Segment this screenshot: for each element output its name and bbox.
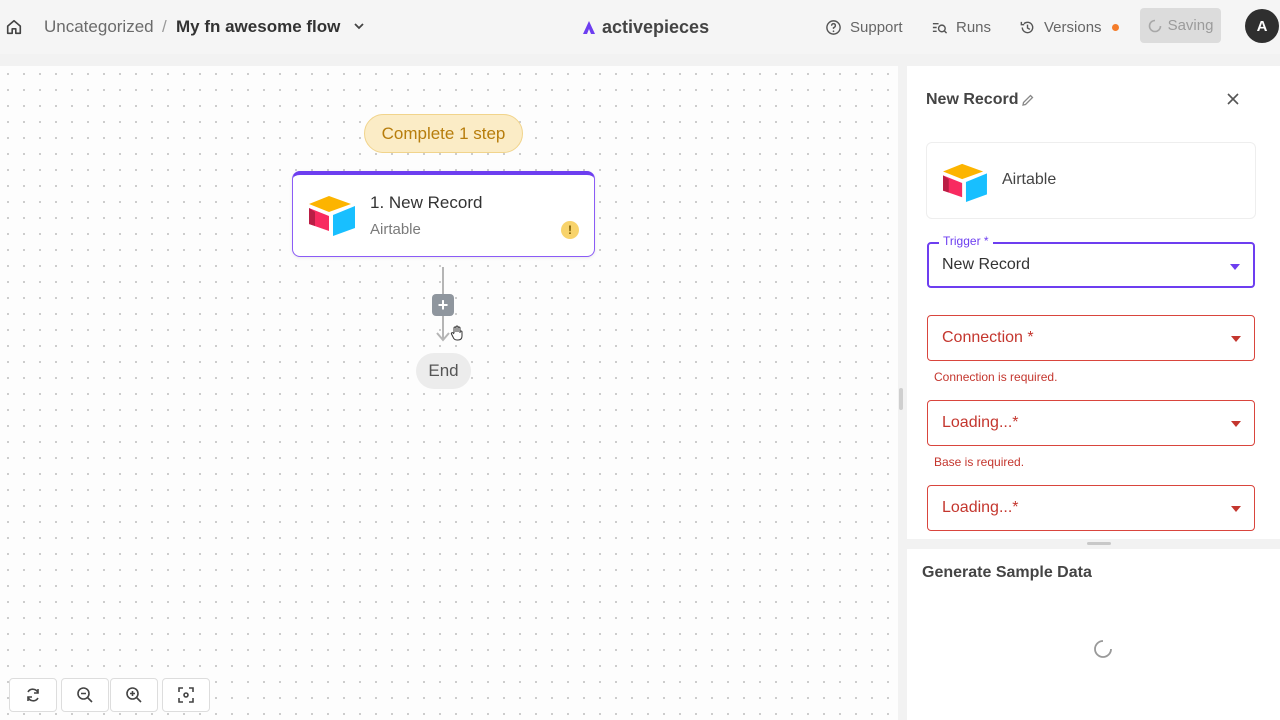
caret-down-icon (1231, 506, 1241, 512)
sample-data-title: Generate Sample Data (922, 564, 1092, 581)
user-avatar[interactable]: A (1245, 9, 1279, 43)
logo-text: activepieces (602, 16, 710, 37)
pencil-icon[interactable] (1021, 93, 1035, 107)
activepieces-logo-icon (583, 21, 595, 34)
arrow-down-icon (436, 332, 450, 342)
airtable-logo-icon (943, 163, 987, 203)
step-settings-panel: New Record Airtable Trigger * New Record… (907, 66, 1280, 539)
app-logo: activepieces (580, 16, 709, 38)
connection-placeholder: Connection * (942, 329, 1034, 346)
zoom-out-icon (77, 687, 93, 703)
step-title: 1. New Record (370, 193, 483, 212)
end-node: End (416, 353, 471, 389)
add-step-button[interactable]: + (432, 294, 454, 316)
hand-cursor-icon (450, 325, 463, 341)
support-button[interactable]: Support (825, 16, 903, 38)
step-subtitle: Airtable (370, 221, 421, 238)
close-icon[interactable] (1225, 91, 1241, 107)
base-select[interactable]: Loading...* (927, 400, 1255, 446)
runs-label: Runs (956, 18, 992, 36)
unsaved-indicator-dot (1111, 23, 1119, 31)
trigger-step-card[interactable]: 1. New Record Airtable ! (292, 171, 595, 257)
flow-canvas[interactable] (0, 66, 898, 720)
loading-spinner-icon (1094, 640, 1112, 658)
runs-list-icon (932, 22, 948, 34)
trigger-label: Trigger * (939, 234, 993, 248)
breadcrumb-folder[interactable]: Uncategorized (44, 17, 154, 37)
trigger-select[interactable]: Trigger * New Record (927, 234, 1255, 288)
splitter-grip[interactable] (1087, 542, 1111, 545)
versions-label: Versions (1044, 18, 1102, 36)
top-bar: Uncategorized / My fn awesome flow activ… (0, 0, 1280, 54)
home-icon[interactable] (5, 18, 23, 36)
flow-name[interactable]: My fn awesome flow (176, 17, 340, 37)
warning-icon: ! (561, 221, 579, 239)
airtable-logo-icon (309, 196, 355, 236)
incomplete-steps-badge: Complete 1 step (364, 114, 523, 153)
piece-name: Airtable (1002, 171, 1057, 188)
table-select[interactable]: Loading...* (927, 485, 1255, 531)
connection-error: Connection is required. (934, 370, 1058, 384)
fit-view-icon (178, 687, 194, 703)
panel-resize-handle[interactable] (899, 388, 903, 410)
saving-button[interactable]: Saving (1140, 8, 1221, 43)
caret-down-icon (1231, 421, 1241, 427)
piece-info-card: Airtable (926, 142, 1256, 219)
connection-select[interactable]: Connection * (927, 315, 1255, 361)
table-placeholder: Loading...* (942, 499, 1019, 516)
history-icon (1020, 21, 1034, 33)
base-error: Base is required. (934, 455, 1025, 469)
runs-button[interactable]: Runs (931, 16, 991, 38)
support-label: Support (850, 18, 903, 36)
trigger-value: New Record (942, 256, 1031, 273)
zoom-out-button[interactable] (61, 678, 109, 712)
zoom-in-button[interactable] (110, 678, 158, 712)
spinner-icon (1148, 19, 1161, 32)
caret-down-icon (1230, 264, 1240, 270)
help-circle-icon (826, 19, 841, 35)
breadcrumb-separator: / (162, 17, 167, 36)
caret-down-icon (1231, 336, 1241, 342)
fit-view-button[interactable] (162, 678, 210, 712)
versions-button[interactable]: Versions (1019, 16, 1119, 38)
panel-title[interactable]: New Record (926, 91, 1018, 109)
chevron-down-icon[interactable] (352, 19, 366, 33)
zoom-in-icon (126, 687, 142, 703)
base-placeholder: Loading...* (942, 414, 1019, 431)
panel-splitter[interactable] (907, 539, 1280, 549)
refresh-icon (27, 688, 39, 702)
sample-data-section: Generate Sample Data (907, 549, 1280, 720)
saving-label: Saving (1167, 17, 1214, 34)
refresh-button[interactable] (9, 678, 57, 712)
